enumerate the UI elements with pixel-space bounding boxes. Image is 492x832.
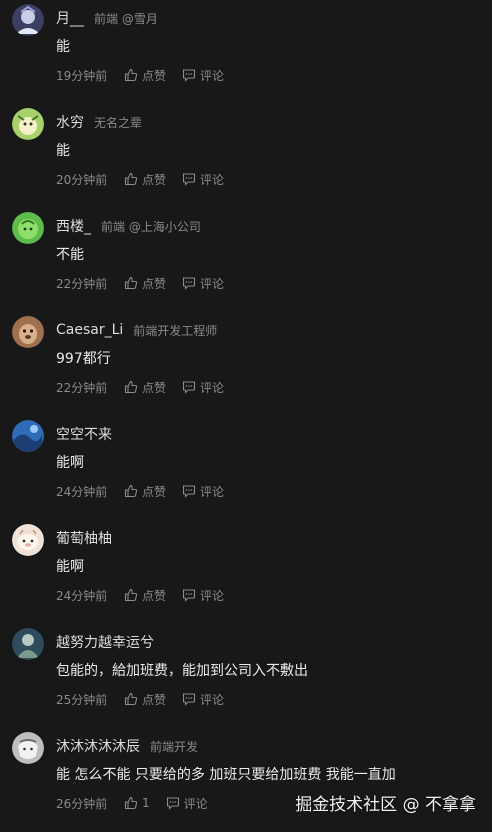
username[interactable]: 西楼_ — [56, 216, 91, 236]
thumbs-up-icon — [124, 796, 138, 810]
reply-label: 评论 — [200, 380, 225, 395]
like-button[interactable]: 点赞 — [124, 379, 166, 396]
comment-icon — [182, 69, 196, 82]
user-title: 前端开发 — [150, 739, 199, 754]
timestamp: 22分钟前 — [56, 380, 108, 395]
username[interactable]: 沐沐沐沐沐辰 — [56, 736, 140, 756]
comment-text: 997都行 — [56, 351, 111, 367]
comment-item: 葡萄柚柚 能啊 24分钟前 点赞 评论 — [0, 520, 492, 624]
thumbs-up-icon — [124, 380, 138, 394]
avatar[interactable] — [12, 212, 44, 244]
like-button[interactable]: 点赞 — [124, 587, 166, 604]
username[interactable]: 葡萄柚柚 — [56, 528, 112, 548]
reply-button[interactable]: 评论 — [182, 379, 224, 396]
reply-button[interactable]: 评论 — [182, 171, 224, 188]
timestamp: 22分钟前 — [56, 276, 108, 291]
avatar[interactable] — [12, 628, 44, 660]
watermark: 掘金技术社区 @ 不拿拿 — [295, 795, 476, 815]
reply-button[interactable]: 评论 — [182, 275, 224, 292]
reply-button[interactable]: 评论 — [182, 483, 224, 500]
like-label: 点赞 — [142, 484, 167, 499]
comment-icon — [166, 797, 179, 810]
comment-item: 越努力越幸运兮 包能的，給加班费，能加到公司入不敷出 25分钟前 点赞 评论 — [0, 624, 492, 728]
like-label: 点赞 — [142, 68, 167, 83]
username[interactable]: 空空不来 — [56, 424, 112, 444]
timestamp: 24分钟前 — [56, 588, 108, 603]
thumbs-up-icon — [124, 484, 138, 498]
comment-item: 沐沐沐沐沐辰 前端开发 能 怎么不能 只要给的多 加班只要给加班费 我能一直加 … — [0, 728, 492, 832]
like-button[interactable]: 1 — [124, 796, 150, 810]
reply-button[interactable]: 评论 — [182, 691, 224, 708]
comment-icon — [182, 589, 196, 602]
avatar[interactable] — [12, 108, 44, 140]
like-label: 点赞 — [142, 172, 167, 187]
like-button[interactable]: 点赞 — [124, 67, 166, 84]
comment-item: Caesar_Li 前端开发工程师 997都行 22分钟前 点赞 评论 — [0, 312, 492, 416]
reply-label: 评论 — [200, 692, 225, 707]
username[interactable]: Caesar_Li — [56, 322, 123, 338]
comment-text: 包能的，給加班费，能加到公司入不敷出 — [56, 663, 308, 679]
like-button[interactable]: 点赞 — [124, 691, 166, 708]
reply-button[interactable]: 评论 — [182, 587, 224, 604]
reply-button[interactable]: 评论 — [182, 67, 224, 84]
reply-label: 评论 — [200, 484, 225, 499]
like-label: 点赞 — [142, 276, 167, 291]
username[interactable]: 月__ — [56, 8, 84, 28]
reply-label: 评论 — [200, 276, 225, 291]
reply-label: 评论 — [200, 172, 225, 187]
reply-label: 评论 — [183, 796, 208, 811]
comment-text: 能啊 — [56, 559, 84, 575]
comment-text: 能 — [56, 143, 70, 159]
avatar[interactable] — [12, 316, 44, 348]
like-button[interactable]: 点赞 — [124, 275, 166, 292]
comment-icon — [182, 381, 196, 394]
timestamp: 24分钟前 — [56, 484, 108, 499]
timestamp: 19分钟前 — [56, 68, 108, 83]
avatar[interactable] — [12, 420, 44, 452]
comment-text: 能 — [56, 39, 70, 55]
thumbs-up-icon — [124, 692, 138, 706]
reply-button[interactable]: 评论 — [166, 795, 208, 812]
like-button[interactable]: 点赞 — [124, 483, 166, 500]
timestamp: 26分钟前 — [56, 796, 108, 811]
thumbs-up-icon — [124, 588, 138, 602]
comment-item: 水穷 无名之辈 能 20分钟前 点赞 评论 — [0, 104, 492, 208]
comment-text: 不能 — [56, 247, 84, 263]
comment-icon — [182, 485, 196, 498]
comment-item: 空空不来 能啊 24分钟前 点赞 评论 — [0, 416, 492, 520]
username[interactable]: 水穷 — [56, 112, 84, 132]
user-title: 前端开发工程师 — [133, 323, 218, 338]
thumbs-up-icon — [124, 276, 138, 290]
user-title: 无名之辈 — [94, 115, 143, 130]
avatar[interactable] — [12, 732, 44, 764]
comment-icon — [182, 693, 196, 706]
comment-item: 月__ 前端 @雪月 能 19分钟前 点赞 评论 — [0, 0, 492, 104]
user-title: 前端 @上海小公司 — [101, 219, 201, 234]
user-title: 前端 @雪月 — [94, 11, 158, 26]
reply-label: 评论 — [200, 68, 225, 83]
username[interactable]: 越努力越幸运兮 — [56, 632, 154, 652]
comment-text: 能啊 — [56, 455, 84, 471]
comment-item: 西楼_ 前端 @上海小公司 不能 22分钟前 点赞 评论 — [0, 208, 492, 312]
comment-text: 能 怎么不能 只要给的多 加班只要给加班费 我能一直加 — [56, 767, 396, 783]
avatar[interactable] — [12, 524, 44, 556]
comment-icon — [182, 277, 196, 290]
like-label: 点赞 — [142, 380, 167, 395]
like-label: 点赞 — [142, 588, 167, 603]
thumbs-up-icon — [124, 172, 138, 186]
thumbs-up-icon — [124, 68, 138, 82]
timestamp: 25分钟前 — [56, 692, 108, 707]
reply-label: 评论 — [200, 588, 225, 603]
like-button[interactable]: 点赞 — [124, 171, 166, 188]
comment-icon — [182, 173, 196, 186]
like-label: 点赞 — [142, 692, 167, 707]
timestamp: 20分钟前 — [56, 172, 108, 187]
avatar[interactable] — [12, 4, 44, 36]
like-count: 1 — [142, 796, 150, 810]
